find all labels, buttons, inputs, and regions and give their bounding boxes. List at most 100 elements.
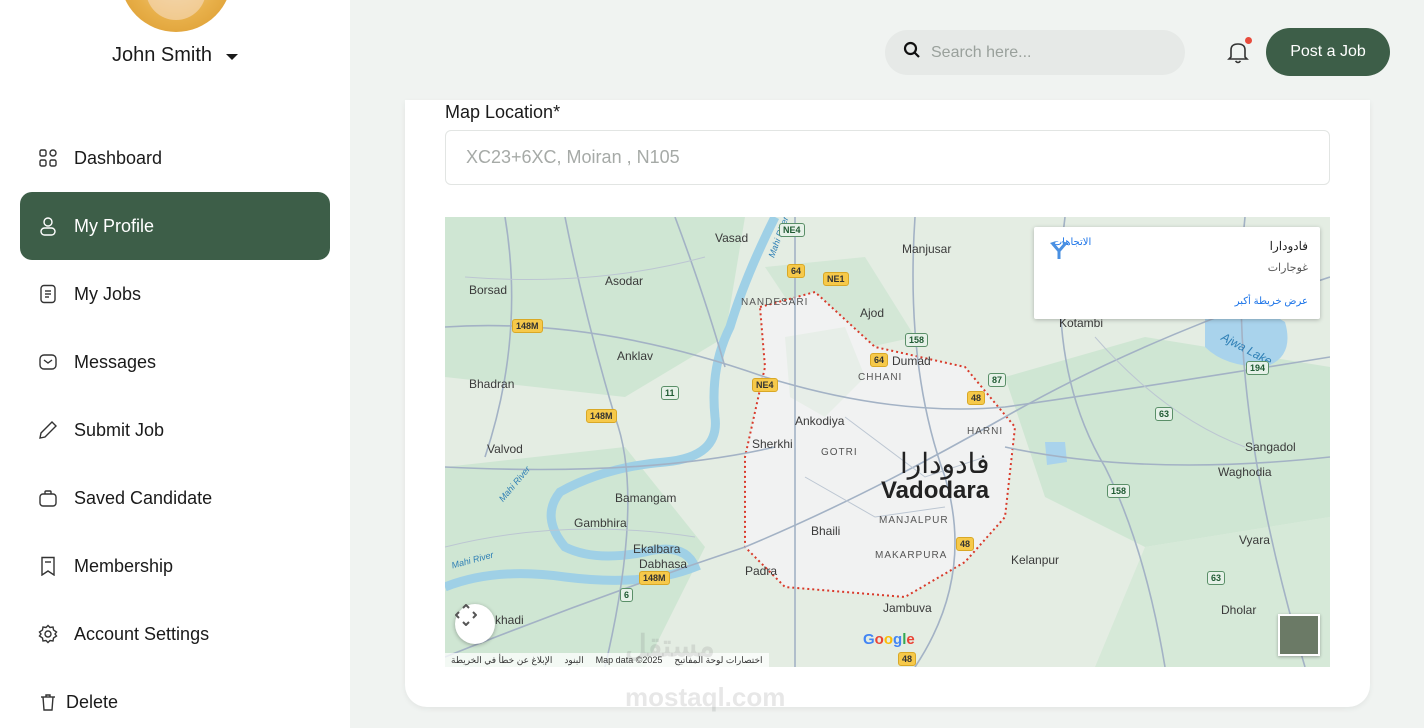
watermark-url: mostaql.com — [625, 682, 786, 712]
map-attribution-bar: الإبلاغ عن خطأ في الخريطة البنود Map dat… — [445, 653, 769, 667]
sidebar-item-label: Submit Job — [74, 419, 165, 440]
directions-icon — [1050, 241, 1068, 259]
bookmark-icon — [38, 556, 58, 576]
road-shield: 148M — [639, 571, 670, 585]
map-place-label: Manjusar — [902, 242, 952, 256]
mail-icon — [38, 352, 58, 372]
map-place-label: Jambuva — [883, 601, 932, 615]
map-info-title: فادودارا — [1269, 239, 1308, 253]
map-place-label: HARNI — [967, 426, 1004, 437]
camera-control-icon — [455, 604, 477, 626]
road-shield: 63 — [1207, 571, 1226, 585]
sidebar-item-label: Messages — [74, 351, 157, 372]
map-info-box: الاتجاهات فادودارا غوجارات عرض خريطة أكب… — [1034, 227, 1320, 319]
map-place-label: Ankodiya — [795, 414, 845, 428]
map-place-label: Sangadol — [1245, 440, 1296, 454]
post-job-button[interactable]: Post a Job — [1266, 28, 1390, 76]
map-place-label: khadi — [495, 613, 524, 627]
map-place-label: Gambhira — [574, 516, 627, 530]
sidebar-item-submit-job[interactable]: Submit Job — [20, 396, 330, 464]
sidebar-item-membership[interactable]: Membership — [20, 532, 330, 600]
map-camera-control-button[interactable] — [455, 604, 495, 644]
map-place-label: Bamangam — [615, 491, 677, 505]
user-menu[interactable]: John Smith — [0, 44, 350, 67]
map-place-label: Vyara — [1239, 533, 1270, 547]
sidebar-item-label: Membership — [74, 555, 174, 576]
map-location-card: Map Location* XC23+6XC, Moiran , N105 Va… — [405, 100, 1370, 707]
caret-down-icon — [226, 53, 239, 60]
search-icon — [903, 41, 921, 64]
road-shield: 158 — [1107, 484, 1131, 498]
map-place-label: Valvod — [487, 442, 523, 456]
road-shield: 158 — [905, 333, 929, 347]
view-larger-map-link[interactable]: عرض خريطة أكبر — [1235, 296, 1308, 307]
map-location-input[interactable] — [445, 130, 1330, 185]
road-shield: NE4 — [752, 378, 778, 392]
sidebar-nav: Dashboard My Profile My Jobs Messages Su… — [20, 124, 330, 728]
map-place-label: Padra — [745, 564, 778, 578]
sidebar: John Smith Dashboard My Profile My Jobs … — [0, 0, 350, 728]
sidebar-item-label: My Jobs — [74, 283, 142, 304]
map-place-label: Borsad — [469, 283, 508, 297]
report-error-link[interactable]: الإبلاغ عن خطأ في الخريطة — [451, 655, 552, 665]
notification-dot — [1245, 37, 1252, 44]
map-place-label: Ajod — [860, 306, 885, 320]
road-shield: 64 — [870, 353, 889, 367]
map-place-label: Bhaili — [811, 524, 841, 538]
map-place-label: CHHANI — [858, 372, 903, 383]
map-place-label: Kelanpur — [1011, 553, 1060, 567]
trash-icon — [38, 692, 58, 712]
map-place-label: Vasad — [715, 231, 749, 245]
map-place-label: GOTRI — [821, 447, 858, 458]
map-location-label: Map Location* — [445, 102, 561, 122]
avatar[interactable] — [120, 0, 232, 32]
sidebar-item-label: Dashboard — [74, 147, 163, 168]
document-icon — [38, 284, 58, 304]
user-icon — [38, 216, 58, 236]
map-place-label: Sherkhi — [752, 437, 793, 451]
sidebar-item-my-jobs[interactable]: My Jobs — [20, 260, 330, 328]
embedded-map[interactable]: Vasad Manjusar Asodar Borsad NANDESARI A… — [445, 217, 1330, 667]
gear-icon — [38, 624, 58, 644]
map-place-label: Ekalbara — [633, 542, 681, 556]
pencil-icon — [38, 420, 58, 440]
directions-button[interactable]: الاتجاهات — [1048, 237, 1096, 259]
sidebar-item-label: Delete — [66, 691, 119, 712]
sidebar-item-label: Saved Candidate — [74, 487, 213, 508]
road-shield: 48 — [967, 391, 986, 405]
grid-icon — [38, 148, 58, 168]
map-place-label: Asodar — [605, 274, 644, 288]
sidebar-item-delete[interactable]: Delete — [20, 668, 330, 728]
road-shield: 6 — [620, 588, 634, 602]
sidebar-item-messages[interactable]: Messages — [20, 328, 330, 396]
satellite-toggle-button[interactable] — [1278, 614, 1320, 656]
sidebar-item-account-settings[interactable]: Account Settings — [20, 600, 330, 668]
road-shield: NE4 — [779, 223, 805, 237]
road-shield: 63 — [1155, 407, 1174, 421]
search-bar[interactable] — [885, 30, 1185, 75]
map-place-label: Anklav — [617, 349, 654, 363]
sidebar-item-saved-candidate[interactable]: Saved Candidate — [20, 464, 330, 532]
briefcase-icon — [38, 488, 58, 508]
road-shield: 148M — [512, 319, 543, 333]
sidebar-item-label: My Profile — [74, 215, 155, 236]
map-place-label: MAKARPURA — [875, 550, 948, 561]
road-shield: 48 — [898, 652, 917, 666]
search-input[interactable] — [931, 43, 1161, 62]
road-shield: 11 — [661, 386, 679, 400]
map-place-label: MANJALPUR — [879, 515, 949, 526]
terms-link[interactable]: البنود — [564, 655, 583, 665]
map-place-label: Waghodia — [1218, 465, 1272, 479]
map-place-label: Dholar — [1221, 603, 1257, 617]
google-logo: Google — [863, 631, 915, 648]
sidebar-item-my-profile[interactable]: My Profile — [20, 192, 330, 260]
road-shield: 194 — [1246, 361, 1270, 375]
user-name: John Smith — [111, 44, 213, 66]
map-info-subtitle: غوجارات — [1267, 262, 1308, 274]
watermark-logo: مستقل — [625, 630, 715, 663]
sidebar-item-dashboard[interactable]: Dashboard — [20, 124, 330, 192]
map-place-label: Dumad — [892, 354, 931, 368]
road-shield: 64 — [787, 264, 806, 278]
road-shield: NE1 — [823, 272, 849, 286]
road-shield: 87 — [988, 373, 1007, 387]
